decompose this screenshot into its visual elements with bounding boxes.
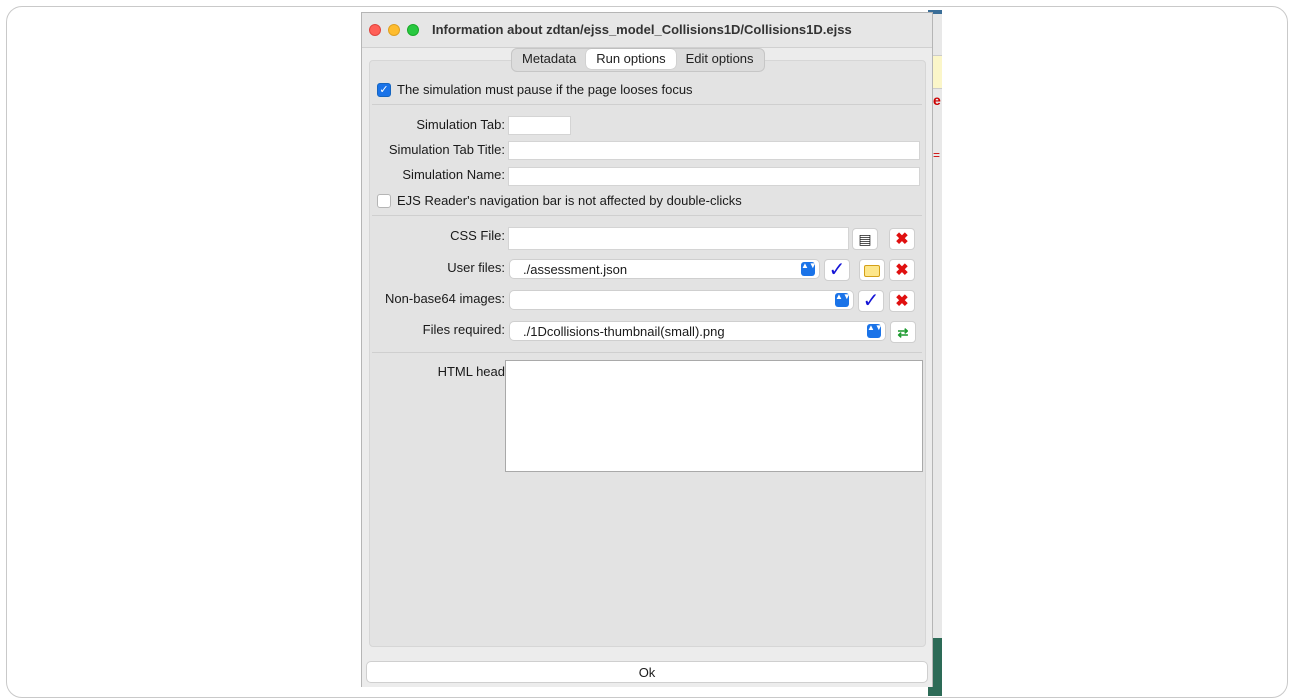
ok-button[interactable]: Ok	[366, 661, 928, 683]
confirm-user-files-button[interactable]: ✓	[824, 259, 850, 281]
pause-on-focus-label: The simulation must pause if the page lo…	[397, 82, 693, 97]
simulation-tab-title-input[interactable]	[508, 141, 920, 160]
css-file-label: CSS File:	[450, 228, 505, 243]
html-head-textarea[interactable]	[505, 360, 923, 472]
nav-bar-double-click-option[interactable]: EJS Reader's navigation bar is not affec…	[377, 193, 742, 208]
refresh-files-button[interactable]: ⇄	[890, 321, 916, 343]
refresh-icon: ⇄	[897, 325, 909, 340]
browse-css-button[interactable]: ▤	[852, 228, 878, 250]
non-base64-images-label: Non-base64 images:	[385, 291, 505, 306]
minimize-window-button[interactable]	[388, 24, 400, 36]
simulation-tab-title-label: Simulation Tab Title:	[388, 142, 505, 157]
remove-icon: ✖	[895, 293, 909, 310]
separator	[372, 215, 922, 216]
window-title: Information about zdtan/ejss_model_Colli…	[432, 22, 852, 37]
tab-metadata[interactable]: Metadata	[512, 49, 586, 69]
files-required-value: ./1Dcollisions-thumbnail(small).png	[523, 324, 725, 339]
non-base64-images-select[interactable]: ▲▼	[509, 290, 854, 310]
tab-run-options[interactable]: Run options	[586, 49, 676, 69]
select-arrows-icon: ▲▼	[835, 293, 851, 307]
separator	[372, 104, 922, 105]
user-files-select[interactable]: ./assessment.json ▲▼	[509, 259, 820, 279]
confirm-images-button[interactable]: ✓	[858, 290, 884, 312]
checkmark-icon: ✓	[828, 259, 846, 281]
separator	[372, 352, 922, 353]
title-bar: Information about zdtan/ejss_model_Colli…	[362, 13, 932, 48]
simulation-name-input[interactable]	[508, 167, 920, 186]
file-picker-icon: ▤	[858, 231, 872, 247]
checkbox-checked-icon[interactable]: ✓	[377, 82, 391, 97]
information-dialog: Information about zdtan/ejss_model_Colli…	[361, 12, 933, 687]
simulation-name-label: Simulation Name:	[402, 167, 505, 182]
css-file-input[interactable]	[508, 227, 849, 250]
remove-icon: ✖	[895, 262, 909, 279]
background-red-text: e	[933, 92, 941, 108]
simulation-tab-input[interactable]	[508, 116, 571, 135]
files-required-select[interactable]: ./1Dcollisions-thumbnail(small).png ▲▼	[509, 321, 886, 341]
select-arrows-icon: ▲▼	[801, 262, 817, 276]
remove-user-file-button[interactable]: ✖	[889, 259, 915, 281]
clear-css-button[interactable]: ✖	[889, 228, 915, 250]
html-head-label: HTML head	[437, 364, 505, 379]
select-arrows-icon: ▲▼	[867, 324, 883, 338]
tab-bar: Metadata Run options Edit options	[511, 48, 765, 72]
nav-bar-double-click-label: EJS Reader's navigation bar is not affec…	[397, 193, 742, 208]
simulation-tab-label: Simulation Tab:	[416, 117, 505, 132]
checkmark-icon: ✓	[862, 290, 880, 312]
browse-user-files-button[interactable]	[859, 259, 885, 281]
remove-image-button[interactable]: ✖	[889, 290, 915, 312]
pause-on-focus-option[interactable]: ✓ The simulation must pause if the page …	[377, 82, 693, 97]
files-required-label: Files required:	[422, 322, 505, 337]
folder-icon	[864, 265, 880, 277]
checkbox-unchecked-icon[interactable]	[377, 193, 391, 208]
user-files-value: ./assessment.json	[523, 262, 628, 277]
close-window-button[interactable]	[369, 24, 381, 36]
tab-edit-options[interactable]: Edit options	[676, 49, 764, 69]
remove-icon: ✖	[895, 231, 909, 248]
background-red-mark: =	[933, 148, 941, 162]
zoom-window-button[interactable]	[407, 24, 419, 36]
user-files-label: User files:	[447, 260, 505, 275]
